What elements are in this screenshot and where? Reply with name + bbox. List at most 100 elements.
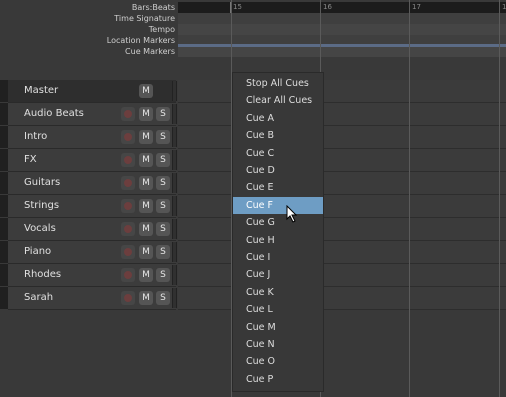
mute-button[interactable]: M — [139, 176, 153, 190]
track-lane[interactable] — [178, 80, 506, 103]
track-name[interactable]: FX — [24, 149, 37, 171]
level-meter — [172, 127, 177, 147]
ruler-labels: Bars:Beats Time Signature Tempo Location… — [0, 0, 177, 78]
track-name[interactable]: Audio Beats — [24, 103, 84, 125]
solo-button[interactable]: S — [156, 107, 170, 121]
mute-button[interactable]: M — [139, 268, 153, 282]
track-name[interactable]: Piano — [24, 241, 51, 263]
track-color-strip — [0, 149, 8, 171]
track-lane[interactable] — [178, 149, 506, 172]
level-meter — [172, 173, 177, 193]
menu-item-cue-a[interactable]: Cue A — [233, 110, 323, 127]
track-header[interactable]: Piano M S — [8, 241, 177, 264]
solo-button[interactable]: S — [156, 176, 170, 190]
track-header[interactable]: Guitars M S — [8, 172, 177, 195]
track-lane[interactable] — [178, 218, 506, 241]
menu-item-cue-j[interactable]: Cue J — [233, 266, 323, 283]
solo-button[interactable]: S — [156, 245, 170, 259]
menu-item-cue-o[interactable]: Cue O — [233, 353, 323, 370]
track-lane[interactable] — [178, 195, 506, 218]
bar-number: 16 — [320, 2, 332, 13]
record-arm-button[interactable] — [121, 245, 135, 259]
track-name[interactable]: Guitars — [24, 172, 60, 194]
menu-item-cue-h[interactable]: Cue H — [233, 232, 323, 249]
mute-button[interactable]: M — [139, 84, 153, 98]
time-signature-ruler[interactable] — [178, 13, 506, 24]
ruler-label-location-markers: Location Markers — [106, 36, 175, 45]
ruler-label-bars-beats: Bars:Beats — [131, 3, 175, 12]
menu-item-cue-m[interactable]: Cue M — [233, 319, 323, 336]
mute-button[interactable]: M — [139, 153, 153, 167]
level-meter — [172, 196, 177, 216]
track-header[interactable]: Intro M S — [8, 126, 177, 149]
menu-item-cue-i[interactable]: Cue I — [233, 249, 323, 266]
track-name[interactable]: Strings — [24, 195, 59, 217]
track-header[interactable]: Rhodes M S — [8, 264, 177, 287]
track-lane[interactable] — [178, 287, 506, 310]
bars-beats-ruler[interactable] — [178, 2, 506, 13]
track-header[interactable]: FX M S — [8, 149, 177, 172]
solo-button[interactable]: S — [156, 268, 170, 282]
ruler-label-time-signature: Time Signature — [114, 14, 175, 23]
record-arm-button[interactable] — [121, 176, 135, 190]
menu-item-cue-d[interactable]: Cue D — [233, 162, 323, 179]
record-arm-button[interactable] — [121, 199, 135, 213]
track-header[interactable]: Audio Beats M S — [8, 103, 177, 126]
menu-item-cue-c[interactable]: Cue C — [233, 145, 323, 162]
track-lane[interactable] — [178, 103, 506, 126]
menu-item-cue-g[interactable]: Cue G — [233, 214, 323, 231]
cue-markers-ruler[interactable] — [178, 46, 506, 57]
level-meter — [172, 242, 177, 262]
track-header[interactable]: Master M — [8, 80, 177, 103]
solo-button[interactable]: S — [156, 153, 170, 167]
track-name[interactable]: Intro — [24, 126, 47, 148]
bar-number: 18 — [499, 2, 506, 13]
track-header[interactable]: Sarah M S — [8, 287, 177, 310]
record-arm-button[interactable] — [121, 130, 135, 144]
mute-button[interactable]: M — [139, 222, 153, 236]
menu-item-clear-all-cues[interactable]: Clear All Cues — [233, 92, 323, 109]
level-meter — [172, 288, 177, 308]
menu-item-cue-f[interactable]: Cue F — [233, 196, 323, 214]
level-meter — [172, 150, 177, 170]
track-lane[interactable] — [178, 172, 506, 195]
menu-item-stop-all-cues[interactable]: Stop All Cues — [233, 75, 323, 92]
track-name[interactable]: Sarah — [24, 287, 53, 309]
track-lane[interactable] — [178, 264, 506, 287]
level-meter — [172, 219, 177, 239]
track-color-strip — [0, 172, 8, 194]
track-header[interactable]: Strings M S — [8, 195, 177, 218]
menu-item-cue-l[interactable]: Cue L — [233, 301, 323, 318]
record-arm-button[interactable] — [121, 107, 135, 121]
tempo-ruler[interactable] — [178, 24, 506, 35]
track-name[interactable]: Rhodes — [24, 264, 61, 286]
track-name[interactable]: Vocals — [24, 218, 56, 240]
track-lane[interactable] — [178, 241, 506, 264]
track-lane[interactable] — [178, 126, 506, 149]
mute-button[interactable]: M — [139, 130, 153, 144]
mute-button[interactable]: M — [139, 199, 153, 213]
menu-item-cue-n[interactable]: Cue N — [233, 336, 323, 353]
record-arm-button[interactable] — [121, 222, 135, 236]
track-color-strip — [0, 287, 8, 309]
record-arm-button[interactable] — [121, 268, 135, 282]
menu-item-cue-k[interactable]: Cue K — [233, 284, 323, 301]
record-arm-button[interactable] — [121, 153, 135, 167]
track-name[interactable]: Master — [24, 80, 58, 102]
track-header[interactable]: Vocals M S — [8, 218, 177, 241]
mute-button[interactable]: M — [139, 291, 153, 305]
level-meter — [172, 81, 177, 101]
cue-context-menu: Stop All Cues Clear All Cues Cue A Cue B Cue… — [232, 72, 324, 392]
solo-button[interactable]: S — [156, 222, 170, 236]
menu-item-cue-p[interactable]: Cue P — [233, 371, 323, 388]
mute-button[interactable]: M — [139, 245, 153, 259]
menu-item-cue-e[interactable]: Cue E — [233, 179, 323, 196]
menu-item-cue-b[interactable]: Cue B — [233, 127, 323, 144]
record-arm-button[interactable] — [121, 291, 135, 305]
solo-button[interactable]: S — [156, 199, 170, 213]
solo-button[interactable]: S — [156, 130, 170, 144]
track-color-strip — [0, 241, 8, 263]
solo-button[interactable]: S — [156, 291, 170, 305]
mute-button[interactable]: M — [139, 107, 153, 121]
bar-number: 17 — [409, 2, 421, 13]
